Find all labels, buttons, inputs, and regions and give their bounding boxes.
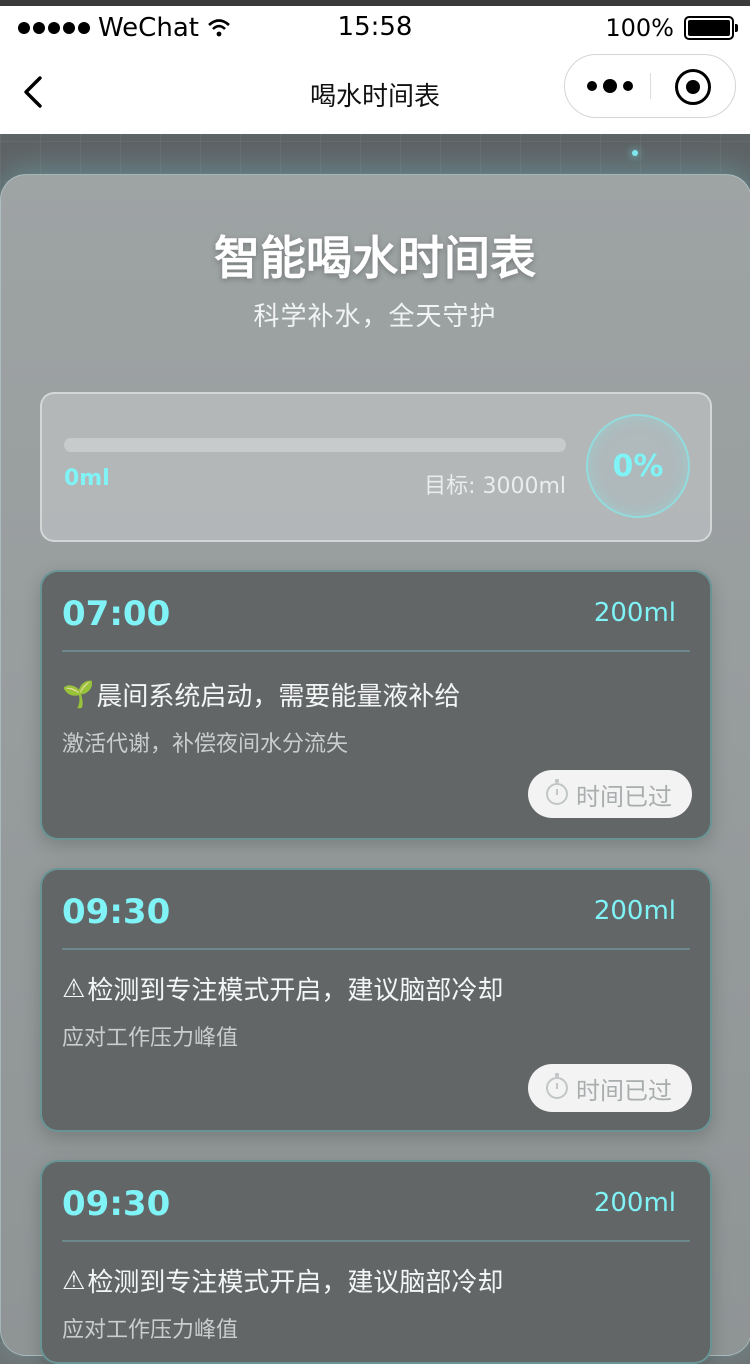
schedule-card[interactable]: 07:00 200ml 🌱 晨间系统启动，需要能量液补给 激活代谢，补偿夜间水分… bbox=[40, 570, 712, 840]
badge-label: 时间已过 bbox=[576, 1076, 672, 1105]
close-target-icon[interactable] bbox=[675, 69, 711, 105]
goal-label: 目标: 3000ml bbox=[424, 474, 566, 499]
card-divider bbox=[62, 1240, 690, 1242]
schedule-headline: 晨间系统启动，需要能量液补给 bbox=[96, 682, 461, 712]
seedling-icon: 🌱 bbox=[62, 679, 95, 710]
schedule-time: 09:30 bbox=[62, 1184, 171, 1224]
stopwatch-icon bbox=[546, 1073, 568, 1099]
more-icon[interactable] bbox=[587, 79, 633, 93]
battery-percent: 100% bbox=[605, 14, 674, 42]
percent-circle: 0% bbox=[586, 414, 690, 518]
schedule-card[interactable]: 09:30 200ml ⚠ 检测到专注模式开启，建议脑部冷却 应对工作压力峰值 bbox=[40, 1160, 712, 1364]
schedule-time: 09:30 bbox=[62, 892, 171, 932]
schedule-headline-row: 🌱 晨间系统启动，需要能量液补给 bbox=[62, 676, 460, 713]
warning-icon: ⚠ bbox=[62, 973, 86, 1004]
card-divider bbox=[62, 650, 690, 652]
stopwatch-icon bbox=[546, 779, 568, 805]
schedule-headline: 检测到专注模式开启，建议脑部冷却 bbox=[87, 1268, 504, 1298]
progress-card: 0ml 目标: 3000ml 0% bbox=[40, 392, 712, 542]
schedule-headline: 检测到专注模式开启，建议脑部冷却 bbox=[87, 976, 504, 1006]
schedule-amount: 200ml bbox=[593, 1188, 676, 1218]
warning-icon: ⚠ bbox=[62, 1265, 86, 1296]
capsule-divider bbox=[650, 73, 651, 99]
status-bar: WeChat 15:58 100% bbox=[0, 6, 750, 50]
progress-track bbox=[64, 438, 566, 452]
schedule-description: 激活代谢，补偿夜间水分流失 bbox=[62, 732, 349, 757]
page-subtitle: 科学补水，全天守护 bbox=[253, 302, 497, 332]
badge-label: 时间已过 bbox=[576, 782, 672, 811]
nav-bar: 喝水时间表 bbox=[0, 50, 750, 134]
schedule-description: 应对工作压力峰值 bbox=[62, 1318, 239, 1343]
battery-group: 100% bbox=[605, 14, 738, 42]
mini-program-capsule bbox=[564, 54, 736, 118]
time-passed-badge: 时间已过 bbox=[528, 770, 692, 818]
schedule-time: 07:00 bbox=[62, 594, 171, 634]
schedule-amount: 200ml bbox=[593, 896, 676, 926]
battery-icon bbox=[684, 16, 738, 40]
current-intake: 0ml bbox=[64, 466, 110, 491]
schedule-description: 应对工作压力峰值 bbox=[62, 1026, 239, 1051]
schedule-amount: 200ml bbox=[593, 598, 676, 628]
schedule-headline-row: ⚠ 检测到专注模式开启，建议脑部冷却 bbox=[62, 1262, 503, 1299]
schedule-headline-row: ⚠ 检测到专注模式开启，建议脑部冷却 bbox=[62, 970, 503, 1007]
schedule-card[interactable]: 09:30 200ml ⚠ 检测到专注模式开启，建议脑部冷却 应对工作压力峰值 … bbox=[40, 868, 712, 1132]
glow-dot bbox=[632, 150, 638, 156]
card-divider bbox=[62, 948, 690, 950]
time-passed-badge: 时间已过 bbox=[528, 1064, 692, 1112]
page-title: 智能喝水时间表 bbox=[214, 231, 536, 285]
